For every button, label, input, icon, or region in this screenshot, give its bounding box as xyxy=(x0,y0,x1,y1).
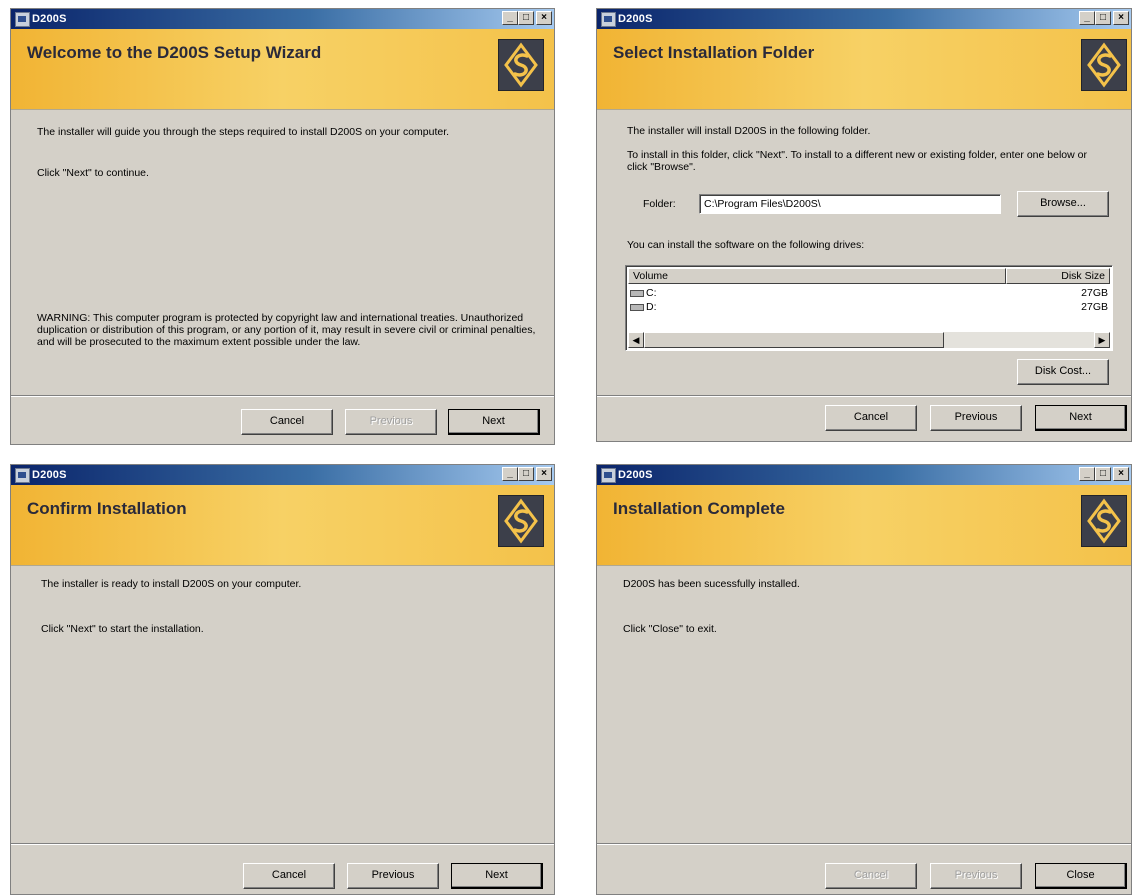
minimize-icon[interactable]: _ xyxy=(502,11,518,25)
cancel-button[interactable]: Cancel xyxy=(825,863,917,889)
list-item[interactable]: C: 27GB xyxy=(630,286,1108,300)
folder-label: Folder: xyxy=(643,198,676,210)
welcome-window: D200S _ □ × Welcome to the D200S Setup W… xyxy=(10,8,555,445)
copyright-warning: WARNING: This computer program is protec… xyxy=(37,312,536,348)
horizontal-scrollbar[interactable]: ◀ ▶ xyxy=(628,332,1110,348)
drives-label: You can install the software on the foll… xyxy=(627,239,865,251)
confirm-window: D200S _ □ × Confirm Installation The ins… xyxy=(10,464,555,895)
maximize-icon[interactable]: □ xyxy=(518,11,534,25)
previous-button[interactable]: Previous xyxy=(930,863,1022,889)
maximize-icon[interactable]: □ xyxy=(518,467,534,481)
title-bar[interactable]: D200S _ □ × xyxy=(597,465,1131,485)
button-separator xyxy=(597,843,1131,845)
window-title: D200S xyxy=(618,469,653,481)
previous-button[interactable]: Previous xyxy=(345,409,437,435)
folder-instructions: To install in this folder, click "Next".… xyxy=(627,149,1087,173)
disk-drive-icon xyxy=(630,289,644,297)
browse-button[interactable]: Browse... xyxy=(1017,191,1109,217)
page-title: Welcome to the D200S Setup Wizard xyxy=(27,43,322,62)
minimize-icon[interactable]: _ xyxy=(502,467,518,481)
close-icon[interactable]: × xyxy=(536,11,552,25)
previous-button[interactable]: Previous xyxy=(347,863,439,889)
button-separator xyxy=(597,395,1131,397)
scroll-thumb[interactable] xyxy=(644,332,944,348)
window-title: D200S xyxy=(618,13,653,25)
button-separator xyxy=(11,395,554,397)
installer-icon xyxy=(601,12,616,27)
title-bar[interactable]: D200S _ □ × xyxy=(11,9,554,29)
success-text: D200S has been sucessfully installed. xyxy=(623,578,800,590)
window-title: D200S xyxy=(32,469,67,481)
ready-text: The installer is ready to install D200S … xyxy=(41,578,302,590)
d200s-logo-icon xyxy=(498,39,544,91)
title-bar[interactable]: D200S _ □ × xyxy=(597,9,1131,29)
header-banner: Select Installation Folder xyxy=(597,29,1131,110)
cancel-button[interactable]: Cancel xyxy=(241,409,333,435)
folder-window: D200S _ □ × Select Installation Folder T… xyxy=(596,8,1132,442)
button-separator xyxy=(11,843,554,845)
header-banner: Installation Complete xyxy=(597,485,1131,566)
maximize-icon[interactable]: □ xyxy=(1095,467,1111,481)
cancel-button[interactable]: Cancel xyxy=(243,863,335,889)
disk-cost-button[interactable]: Disk Cost... xyxy=(1017,359,1109,385)
drive-size: 27GB xyxy=(1081,287,1108,299)
window-title: D200S xyxy=(32,13,67,25)
close-button[interactable]: Close xyxy=(1035,863,1127,889)
header-banner: Welcome to the D200S Setup Wizard xyxy=(11,29,554,110)
scroll-left-icon[interactable]: ◀ xyxy=(628,332,644,348)
installer-icon xyxy=(15,468,30,483)
intro-text: The installer will guide you through the… xyxy=(37,126,450,138)
close-icon[interactable]: × xyxy=(1113,11,1129,25)
disk-size-column-header[interactable]: Disk Size xyxy=(1006,268,1110,284)
cancel-button[interactable]: Cancel xyxy=(825,405,917,431)
start-hint: Click "Next" to start the installation. xyxy=(41,623,204,635)
scroll-right-icon[interactable]: ▶ xyxy=(1094,332,1110,348)
folder-intro-text: The installer will install D200S in the … xyxy=(627,125,871,137)
continue-hint: Click "Next" to continue. xyxy=(37,167,149,179)
previous-button[interactable]: Previous xyxy=(930,405,1022,431)
drive-volume: D: xyxy=(646,301,657,313)
disk-drive-icon xyxy=(630,303,644,311)
d200s-logo-icon xyxy=(1081,495,1127,547)
d200s-logo-icon xyxy=(498,495,544,547)
page-title: Installation Complete xyxy=(613,499,785,518)
exit-hint: Click "Close" to exit. xyxy=(623,623,717,635)
d200s-logo-icon xyxy=(1081,39,1127,91)
page-title: Confirm Installation xyxy=(27,499,187,518)
complete-window: D200S _ □ × Installation Complete D200S … xyxy=(596,464,1132,895)
folder-path-input[interactable]: C:\Program Files\D200S\ xyxy=(699,194,1001,214)
list-item[interactable]: D: 27GB xyxy=(630,300,1108,314)
installer-icon xyxy=(601,468,616,483)
next-button[interactable]: Next xyxy=(1035,405,1127,431)
drive-volume: C: xyxy=(646,287,657,299)
drive-size: 27GB xyxy=(1081,301,1108,313)
next-button[interactable]: Next xyxy=(451,863,543,889)
volume-column-header[interactable]: Volume xyxy=(628,268,1006,284)
page-title: Select Installation Folder xyxy=(613,43,815,62)
close-icon[interactable]: × xyxy=(1113,467,1129,481)
installer-icon xyxy=(15,12,30,27)
close-icon[interactable]: × xyxy=(536,467,552,481)
title-bar[interactable]: D200S _ □ × xyxy=(11,465,554,485)
next-button[interactable]: Next xyxy=(448,409,540,435)
minimize-icon[interactable]: _ xyxy=(1079,467,1095,481)
drives-list[interactable]: Volume Disk Size C: 27GB D: 27GB ◀ ▶ xyxy=(625,265,1113,351)
minimize-icon[interactable]: _ xyxy=(1079,11,1095,25)
maximize-icon[interactable]: □ xyxy=(1095,11,1111,25)
header-banner: Confirm Installation xyxy=(11,485,554,566)
